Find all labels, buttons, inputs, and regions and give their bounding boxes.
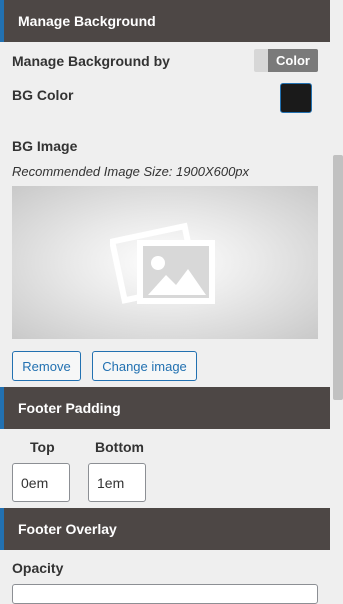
- footer-padding-header[interactable]: Footer Padding: [0, 387, 330, 429]
- bg-color-swatch[interactable]: [280, 83, 312, 113]
- bg-image-preview[interactable]: [12, 186, 318, 339]
- manage-background-title: Manage Background: [18, 13, 156, 29]
- footer-padding-title: Footer Padding: [18, 400, 121, 416]
- remove-image-button[interactable]: Remove: [12, 351, 81, 381]
- toggle-knob: Color: [268, 49, 318, 72]
- padding-top-label: Top: [30, 439, 55, 455]
- padding-bottom-input[interactable]: 1em: [88, 463, 146, 502]
- recommended-size-text: Recommended Image Size: 1900X600px: [12, 164, 250, 179]
- background-type-toggle[interactable]: Color: [254, 49, 318, 72]
- bg-color-label: BG Color: [12, 87, 74, 103]
- padding-top-input[interactable]: 0em: [12, 463, 70, 502]
- manage-background-by-label: Manage Background by: [12, 53, 170, 69]
- padding-bottom-label: Bottom: [95, 439, 144, 455]
- opacity-label: Opacity: [12, 560, 64, 576]
- change-image-button[interactable]: Change image: [92, 351, 197, 381]
- opacity-input[interactable]: [12, 584, 318, 604]
- footer-overlay-header[interactable]: Footer Overlay: [0, 508, 330, 550]
- image-placeholder-icon: [110, 222, 215, 304]
- scrollbar-thumb[interactable]: [333, 155, 343, 400]
- manage-background-header[interactable]: Manage Background: [0, 0, 330, 42]
- bg-image-label: BG Image: [12, 138, 78, 154]
- footer-overlay-title: Footer Overlay: [18, 521, 117, 537]
